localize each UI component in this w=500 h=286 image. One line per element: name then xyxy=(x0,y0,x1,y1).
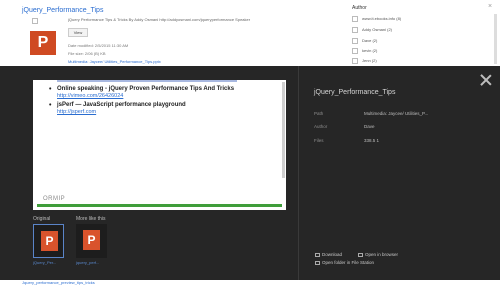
preview-bullet-item: jsPerf — JavaScript performance playgrou… xyxy=(49,102,274,116)
facet-item[interactable]: Addy Osmani (2) xyxy=(352,27,392,33)
result-date-modified: Date modified: 2/5/2015 11:30 AM xyxy=(68,43,129,48)
facet-close-icon[interactable]: × xyxy=(488,3,492,10)
preview-bullet-link[interactable]: http://vimeo.com/26426024 xyxy=(57,93,274,100)
browser-icon xyxy=(358,252,363,257)
powerpoint-file-icon: P xyxy=(41,231,58,251)
checkbox[interactable] xyxy=(352,38,358,44)
open-in-browser-button[interactable]: Open in browser xyxy=(358,252,398,257)
details-label-files: Files xyxy=(314,138,324,143)
preview-bullet-text: Online speaking - jQuery Proven Performa… xyxy=(57,86,235,92)
result-title-link[interactable]: jQuery_Performance_Tips xyxy=(22,7,103,14)
thumbnail-original[interactable]: P xyxy=(33,224,64,258)
facet-header-author[interactable]: Author xyxy=(352,5,367,11)
details-label-author: Author xyxy=(314,124,328,129)
facet-scrollbar[interactable] xyxy=(494,14,497,64)
powerpoint-file-icon[interactable]: P xyxy=(30,31,56,55)
thumbnail-label-more: More like this xyxy=(76,216,106,222)
facet-item[interactable]: kevin (2) xyxy=(352,48,377,54)
result-select-checkbox[interactable] xyxy=(32,18,38,24)
preview-bullet-text: jsPerf — JavaScript performance playgrou… xyxy=(57,102,186,108)
powerpoint-file-icon: P xyxy=(83,230,100,250)
preview-scrollbar[interactable] xyxy=(282,82,285,178)
facet-item[interactable]: Jenn (2) xyxy=(352,58,377,64)
details-value-files: 338.5 1 xyxy=(364,138,380,143)
preview-overlay: Online speaking - jQuery Proven Performa… xyxy=(0,66,500,280)
download-button[interactable]: Download xyxy=(315,252,342,257)
facet-item[interactable]: www.it.ebooks.info (8) xyxy=(352,16,401,22)
result-file-size: File size: 2/06 (B) KB xyxy=(68,51,106,56)
preview-cut-off-link xyxy=(57,80,237,82)
preview-brand-logo: ORMIP xyxy=(43,196,66,202)
details-value-author: Dave xyxy=(364,124,375,129)
result-path-link[interactable]: Multimedia: Jaycee/ Utilities_Performanc… xyxy=(68,59,161,64)
checkbox[interactable] xyxy=(352,48,358,54)
details-label-path: Path xyxy=(314,111,324,116)
details-value-path: Multimedia: Jaycee/ Utilities_P... xyxy=(364,111,429,116)
facet-item[interactable]: Dave (2) xyxy=(352,38,377,44)
thumbnail-name[interactable]: jquery_perf... xyxy=(76,260,99,265)
preview-bullet-item: Online speaking - jQuery Proven Performa… xyxy=(49,86,274,100)
thumbnail-similar[interactable]: P xyxy=(76,224,107,258)
preview-bullet-link[interactable]: http://jsperf.com xyxy=(57,109,274,116)
details-title: jQuery_Performance_Tips xyxy=(314,89,396,96)
download-icon xyxy=(315,252,320,257)
open-folder-button[interactable]: Open folder in File Station xyxy=(315,260,374,265)
document-preview[interactable]: Online speaking - jQuery Proven Performa… xyxy=(33,80,286,210)
close-icon[interactable] xyxy=(480,74,492,86)
checkbox[interactable] xyxy=(352,58,358,64)
thumbnail-label-original: Original xyxy=(33,216,51,222)
bottom-result-link[interactable]: Jquery_performance_preview_tips_tricks xyxy=(22,280,95,285)
panel-divider xyxy=(298,66,299,280)
result-snippet: jQuery Performance Tips & Tricks By Addy… xyxy=(68,17,251,22)
preview-footer-bar xyxy=(37,204,282,207)
checkbox[interactable] xyxy=(352,16,358,22)
preview-bullet-list: Online speaking - jQuery Proven Performa… xyxy=(49,84,274,118)
bottom-strip: Jquery_performance_preview_tips_tricks xyxy=(0,280,500,286)
thumbnail-name[interactable]: jQuery_Per... xyxy=(33,260,56,265)
checkbox[interactable] xyxy=(352,27,358,33)
folder-icon xyxy=(315,260,320,265)
view-button[interactable]: View xyxy=(68,28,88,37)
